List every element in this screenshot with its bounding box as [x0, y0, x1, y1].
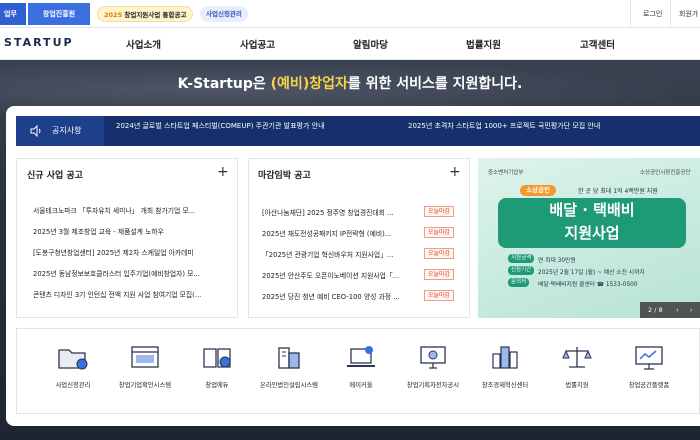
- web-window-icon: [131, 346, 159, 368]
- quick-service-item[interactable]: 창업기획자전자공시: [394, 342, 472, 389]
- nav-item-support[interactable]: 고객센터: [580, 37, 615, 51]
- hero-title-highlight: (예비)창업자: [270, 76, 348, 92]
- quick-service-label: 창업에듀: [205, 382, 229, 389]
- folder-icon: [58, 349, 88, 370]
- divider: [670, 0, 671, 28]
- quick-service-label: 창조경제혁신센터: [481, 382, 529, 389]
- today-deadline-badge: 오늘마감: [424, 290, 455, 301]
- tab-work[interactable]: 업무: [0, 3, 26, 25]
- site-logo[interactable]: STARTUP: [4, 36, 74, 49]
- city-icon: [492, 346, 518, 369]
- quick-service-item[interactable]: 창업에듀: [178, 342, 256, 389]
- quick-service-label: 법률지원: [565, 382, 589, 389]
- today-deadline-badge: 오늘마감: [424, 269, 455, 280]
- new-business-item[interactable]: 2025년 3월 제조창업 교육 - 제품설계 노하우: [33, 226, 229, 236]
- quick-service-item[interactable]: 창업공간플랫폼: [610, 342, 688, 389]
- today-deadline-badge: 오늘마감: [424, 206, 455, 217]
- deadline-item[interactable]: 2025년 재도전성공패키지 IP전략형 (예비)...: [262, 228, 420, 238]
- chevron-right-icon[interactable]: ›: [690, 302, 693, 318]
- top-utility-bar: 업무 창업진흥원 2025 창업지원사업 통합공고 사업신청관리 로그인 회원가: [0, 0, 700, 28]
- quick-service-item[interactable]: 창업기업확인시스템: [106, 342, 184, 389]
- application-management-pill[interactable]: 사업신청관리: [200, 6, 248, 22]
- today-deadline-badge: 오늘마감: [424, 248, 455, 259]
- nav-item-notices[interactable]: 알림마당: [353, 37, 388, 51]
- book-icon: [203, 348, 231, 368]
- integrated-notice-pill[interactable]: 2025 창업지원사업 통합공고: [97, 6, 194, 22]
- quick-service-label: 창업기획자전자공시: [406, 382, 460, 389]
- divider: [630, 0, 631, 28]
- banner-title-line1: 배달 · 택배비: [549, 201, 635, 219]
- new-business-item[interactable]: 2025년 동남정보보호클러스터 입주기업(예비창업자) 모...: [33, 268, 229, 278]
- main-navigation: STARTUP 사업소개 사업공고 알림마당 법률지원 고객센터: [0, 28, 700, 60]
- quick-service-item[interactable]: 메이커올: [322, 342, 400, 389]
- banner-label: 신청기간: [508, 266, 535, 275]
- banner-title: 배달 · 택배비 지원사업: [498, 198, 686, 248]
- notice-item[interactable]: 2025년 초격차 스타트업 1000+ 프로젝트 국민평가단 모집 안내: [408, 121, 600, 131]
- tab-kised[interactable]: 창업진흥원: [28, 3, 90, 25]
- scale-icon: [562, 347, 592, 368]
- banner-org-left: 중소벤처기업부: [488, 170, 524, 176]
- nav-item-about[interactable]: 사업소개: [126, 37, 161, 51]
- login-link[interactable]: 로그인: [643, 0, 662, 28]
- banner-row-text: 2025년 2월 17일 (월) ~ 예산 소진 시까지: [538, 270, 645, 276]
- hero-title-pre: K-Startup은: [177, 76, 271, 92]
- quick-service-item[interactable]: 온라인법인설립시스템: [250, 342, 328, 389]
- banner-controls: 2 / 8 ‹ ›: [640, 302, 700, 318]
- quick-service-label: 창업기업확인시스템: [118, 382, 172, 389]
- today-deadline-badge: 오늘마감: [424, 227, 455, 238]
- banner-row-text: 연 최대 30만원: [538, 258, 576, 264]
- speaker-icon: [30, 125, 41, 137]
- building-icon: [278, 347, 300, 369]
- quick-service-label: 온라인법인설립시스템: [260, 382, 318, 389]
- deadline-more-button[interactable]: +: [449, 165, 461, 179]
- nav-item-announcements[interactable]: 사업공고: [240, 37, 275, 51]
- quick-service-label: 사업신청관리: [55, 382, 91, 389]
- pill-year: 2025: [104, 11, 123, 19]
- chevron-left-icon[interactable]: ‹: [676, 302, 679, 318]
- new-business-item[interactable]: 콘텐츠 디자인 3기 인턴십 전액 지원 사업 참여기업 모집(...: [33, 289, 229, 299]
- banner-page-indicator: 2 / 8: [648, 306, 663, 314]
- nav-item-legal[interactable]: 법률지원: [466, 37, 501, 51]
- quick-service-label: 창업공간플랫폼: [628, 382, 670, 389]
- pill-text: 창업지원사업 통합공고: [124, 11, 187, 19]
- deadline-item[interactable]: 2025년 당진 청년 예비 CEO-100 양성 과정 ...: [262, 291, 420, 301]
- new-business-item[interactable]: 서울테크노파크 「투자유치 세미나」 개최 참가기업 모...: [33, 205, 229, 215]
- new-business-more-button[interactable]: +: [217, 165, 229, 179]
- banner-label: 지원금액: [508, 254, 535, 263]
- banner-subtitle: 한 곳 당 최대 1억 4백만원 지원: [578, 188, 658, 195]
- presentation-icon: [635, 346, 663, 370]
- banner-label: 문의처: [508, 278, 530, 287]
- deadline-title: 마감임박 공고: [258, 171, 311, 181]
- quick-service-label: 메이커올: [349, 382, 373, 389]
- new-business-item[interactable]: [도봉구청년창업센터] 2025년 제2차 스케일업 아카데미: [33, 247, 229, 257]
- laptop-icon: [347, 346, 375, 367]
- hero-title: K-Startup은 (예비)창업자를 위한 서비스를 지원합니다.: [0, 73, 700, 93]
- banner-row-text: 배달·택배비지원 콜센터 ☎ 1533-0500: [538, 282, 638, 288]
- banner-org-right: 소상공인시장진흥공단: [640, 170, 691, 176]
- deadline-item[interactable]: 「2025년 관광기업 혁신바우처 지원사업」...: [262, 249, 420, 259]
- quick-service-item[interactable]: 창조경제혁신센터: [466, 342, 544, 389]
- hero-title-post: 를 위한 서비스를 지원합니다.: [347, 76, 523, 92]
- quick-service-item[interactable]: 사업신청관리: [34, 342, 112, 389]
- signup-link[interactable]: 회원가: [679, 0, 698, 28]
- new-business-title: 신규 사업 공고: [27, 171, 83, 181]
- banner-tag: 소상공인: [520, 185, 556, 196]
- deadline-item[interactable]: [아산나눔재단] 2025 정주영 창업경진대회 ...: [262, 207, 420, 217]
- quick-service-item[interactable]: 법률지원: [538, 342, 616, 389]
- notice-item[interactable]: 2024년 글로벌 스타트업 페스티벌(COMEUP) 주관기관 발표평가 안내: [116, 121, 325, 131]
- banner-title-line2: 지원사업: [564, 224, 620, 242]
- deadline-item[interactable]: 2025년 안산주도 오픈이노베이션 지원사업「...: [262, 270, 420, 280]
- monitor-icon: [420, 346, 446, 369]
